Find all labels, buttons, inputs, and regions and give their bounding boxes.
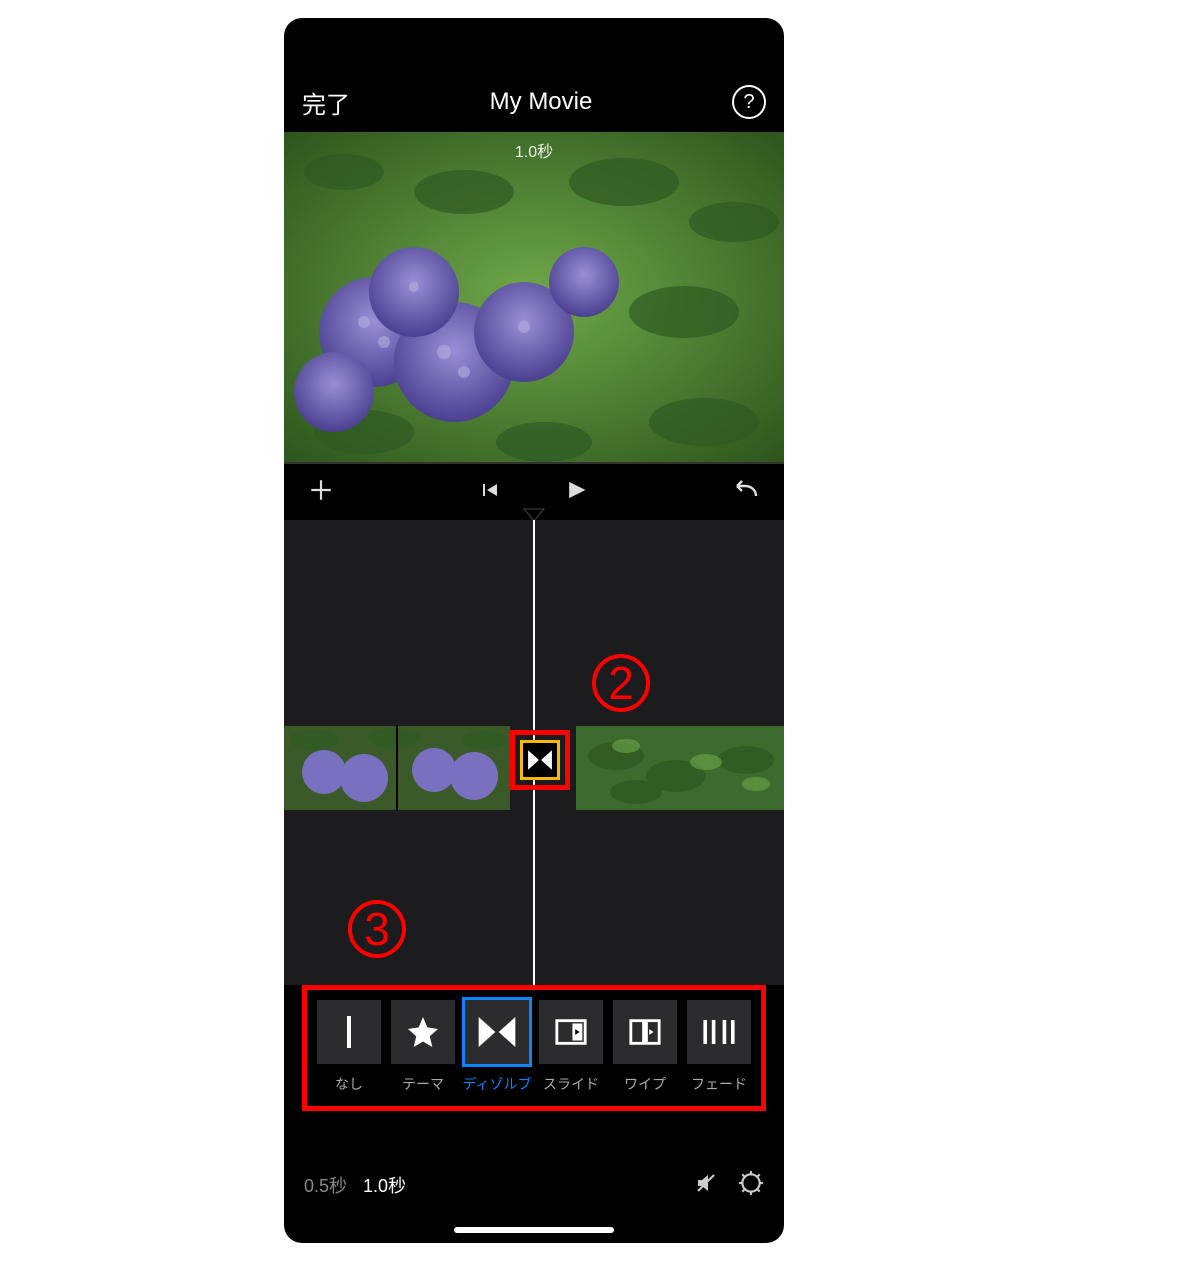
- transition-theme-label: テーマ: [402, 1074, 444, 1094]
- duration-1-0[interactable]: 1.0秒: [363, 1172, 406, 1198]
- fade-icon: [701, 1015, 737, 1049]
- plus-icon: [308, 477, 334, 503]
- clip-2[interactable]: [576, 726, 784, 810]
- slide-icon: [554, 1015, 588, 1049]
- transition-dissolve[interactable]: ディゾルブ: [463, 1000, 531, 1094]
- transition-theme[interactable]: テーマ: [389, 1000, 457, 1094]
- add-media-button[interactable]: [308, 477, 334, 508]
- undo-button[interactable]: [732, 478, 760, 507]
- transition-fade[interactable]: フェード: [685, 1000, 753, 1094]
- transition-marker[interactable]: [510, 730, 570, 790]
- done-button[interactable]: 完了: [302, 85, 350, 120]
- transition-panel: なし テーマ ディゾルブ スライド ワイプ: [284, 985, 784, 1157]
- star-icon: [405, 1014, 441, 1050]
- transition-none[interactable]: なし: [315, 1000, 383, 1094]
- transition-slide-label: スライド: [543, 1074, 599, 1094]
- nav-bar: 完了 My Movie ?: [284, 78, 784, 126]
- clip-1[interactable]: [284, 726, 510, 810]
- help-button[interactable]: ?: [732, 85, 766, 119]
- play-button[interactable]: [561, 476, 589, 509]
- skip-start-button[interactable]: [477, 478, 501, 507]
- preview-duration-label: 1.0秒: [515, 138, 553, 162]
- duration-options: 0.5秒 1.0秒: [304, 1172, 406, 1198]
- transition-slide[interactable]: スライド: [537, 1000, 605, 1094]
- mute-button[interactable]: [694, 1171, 718, 1200]
- duration-0-5[interactable]: 0.5秒: [304, 1172, 347, 1198]
- gear-icon: [738, 1170, 764, 1196]
- transition-dissolve-label: ディゾルブ: [462, 1074, 531, 1094]
- none-icon: [334, 1014, 364, 1050]
- transition-wipe-label: ワイプ: [624, 1074, 666, 1094]
- transition-none-label: なし: [335, 1074, 363, 1094]
- annotation-3: 3: [348, 900, 406, 958]
- status-bar: [284, 18, 784, 78]
- timeline[interactable]: 2 3: [284, 520, 784, 985]
- play-icon: [561, 476, 589, 504]
- transition-options-highlight: なし テーマ ディゾルブ スライド ワイプ: [302, 985, 766, 1111]
- transition-fade-label: フェード: [691, 1074, 747, 1094]
- undo-icon: [732, 478, 760, 502]
- settings-button[interactable]: [738, 1170, 764, 1201]
- skip-previous-icon: [477, 478, 501, 502]
- annotation-2: 2: [592, 654, 650, 712]
- dissolve-icon: [527, 749, 553, 771]
- wipe-icon: [628, 1015, 662, 1049]
- mute-icon: [694, 1171, 718, 1195]
- bottom-bar: 0.5秒 1.0秒: [284, 1157, 784, 1213]
- home-indicator[interactable]: [454, 1227, 614, 1233]
- preview-image: [284, 132, 784, 462]
- transition-wipe[interactable]: ワイプ: [611, 1000, 679, 1094]
- preview-viewport[interactable]: 1.0秒: [284, 132, 784, 462]
- project-title: My Movie: [490, 88, 593, 116]
- dissolve-icon: [477, 1015, 517, 1049]
